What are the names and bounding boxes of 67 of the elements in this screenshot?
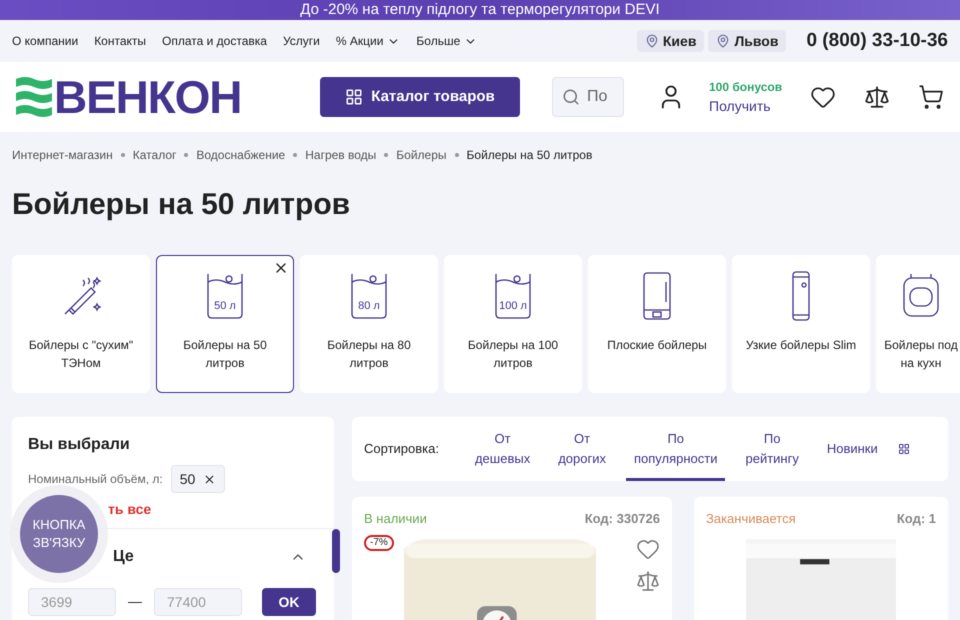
category-label: Бойлеры на 100 литров bbox=[466, 337, 560, 372]
grid-view-icon[interactable] bbox=[898, 443, 910, 455]
search-field[interactable]: По bbox=[552, 77, 624, 117]
product-card[interactable]: Заканчивается Код: 1 bbox=[694, 497, 948, 620]
city-button[interactable]: Львов bbox=[708, 30, 786, 52]
category-card[interactable]: 50 л Бойлеры на 50 литров bbox=[156, 255, 294, 393]
category-card[interactable]: Плоские бойлеры bbox=[588, 255, 726, 393]
breadcrumb[interactable]: Интернет-магазин bbox=[12, 146, 113, 164]
wave-logo-icon bbox=[16, 77, 52, 117]
map-pin-icon bbox=[644, 34, 659, 48]
nav-link[interactable]: Оплата и доставка bbox=[162, 32, 267, 50]
scrollbar-thumb[interactable] bbox=[332, 529, 340, 573]
nav-link[interactable]: Контакты bbox=[94, 32, 146, 50]
city-button[interactable]: Киев bbox=[636, 30, 704, 52]
product-code: Код: 1 bbox=[896, 510, 936, 528]
price-title: Це bbox=[113, 547, 134, 567]
bonus-amount: 100 бонусов bbox=[709, 78, 782, 96]
logo-text[interactable]: ВЕНКОН bbox=[54, 74, 242, 120]
scale-icon[interactable] bbox=[864, 84, 890, 110]
category-label: Бойлеры на 50 литров bbox=[182, 337, 268, 372]
sort-tab[interactable]: По популярности bbox=[626, 417, 726, 481]
sort-tab[interactable]: От дорогих bbox=[550, 417, 614, 481]
search-icon bbox=[562, 88, 580, 106]
slim-boiler-icon bbox=[791, 271, 811, 321]
product-code: Код: 330726 bbox=[584, 510, 660, 528]
nav-link[interactable]: Услуги bbox=[282, 32, 320, 50]
category-label: Бойлеры под на кухн bbox=[883, 337, 959, 372]
category-card[interactable]: Бойлеры с "сухим" ТЭНом bbox=[12, 255, 150, 393]
category-label: Бойлеры с "сухим" ТЭНом bbox=[28, 337, 134, 372]
sort-tab[interactable]: По рейтингу bbox=[737, 417, 807, 481]
category-card[interactable]: 80 л Бойлеры на 80 литров bbox=[300, 255, 438, 393]
category-label: Бойлеры на 80 литров bbox=[326, 337, 412, 372]
flat-boiler-icon bbox=[642, 272, 672, 320]
category-label: Плоские бойлеры bbox=[606, 337, 708, 354]
nav-link[interactable]: О компании bbox=[12, 32, 78, 50]
map-pin-icon bbox=[716, 34, 730, 48]
availability-label: В наличии bbox=[364, 510, 427, 528]
breadcrumb[interactable]: Каталог bbox=[132, 146, 176, 164]
category-card[interactable]: Бойлеры под на кухн bbox=[876, 255, 960, 393]
bonus-link[interactable]: Получить bbox=[709, 96, 782, 116]
category-card[interactable]: 100 л Бойлеры на 100 литров bbox=[444, 255, 582, 393]
discount-badge: -7% bbox=[364, 534, 394, 550]
contact-button[interactable]: КНОПКА ЗВ'ЯЗКУ bbox=[20, 495, 98, 573]
promo-banner[interactable]: До -20% на теплу підлогу та терморегулятори DEVI bbox=[0, 0, 960, 20]
sort-tab[interactable]: Новинки bbox=[818, 417, 886, 481]
current-page-label: Бойлеры на 50 литров bbox=[466, 147, 592, 164]
nav-link[interactable]: Больше bbox=[416, 32, 478, 50]
sort-label: Сортировка: bbox=[364, 440, 439, 458]
breadcrumb[interactable]: Водоснабжение bbox=[196, 146, 286, 164]
availability-label: Заканчивается bbox=[706, 510, 796, 528]
grid-icon bbox=[345, 88, 364, 106]
filter-title: Вы выбрали bbox=[28, 435, 131, 455]
sort-tab[interactable]: От дешевых bbox=[466, 417, 538, 481]
reset-link[interactable]: ть все bbox=[108, 499, 318, 520]
cart-icon[interactable] bbox=[918, 84, 944, 110]
filter-label: Номинальный объём, л: bbox=[28, 471, 163, 488]
breadcrumb[interactable]: Бойлеры bbox=[396, 146, 447, 164]
phone-number[interactable]: 0 (800) 33-10-36 bbox=[806, 26, 948, 56]
filter-chip[interactable]: 50 bbox=[170, 465, 226, 493]
page-title: Бойлеры на 50 литров bbox=[11, 187, 352, 223]
category-card[interactable]: Узкие бойлеры Slim bbox=[732, 255, 870, 393]
ok-button[interactable]: OK bbox=[262, 588, 316, 616]
catalog-button[interactable]: Каталог товаров bbox=[320, 77, 520, 117]
breadcrumb[interactable]: Нагрев воды bbox=[305, 146, 376, 164]
category-label: Узкие бойлеры Slim bbox=[744, 337, 858, 354]
close-icon bbox=[203, 472, 216, 486]
nav-link[interactable]: % Акции bbox=[336, 32, 400, 50]
